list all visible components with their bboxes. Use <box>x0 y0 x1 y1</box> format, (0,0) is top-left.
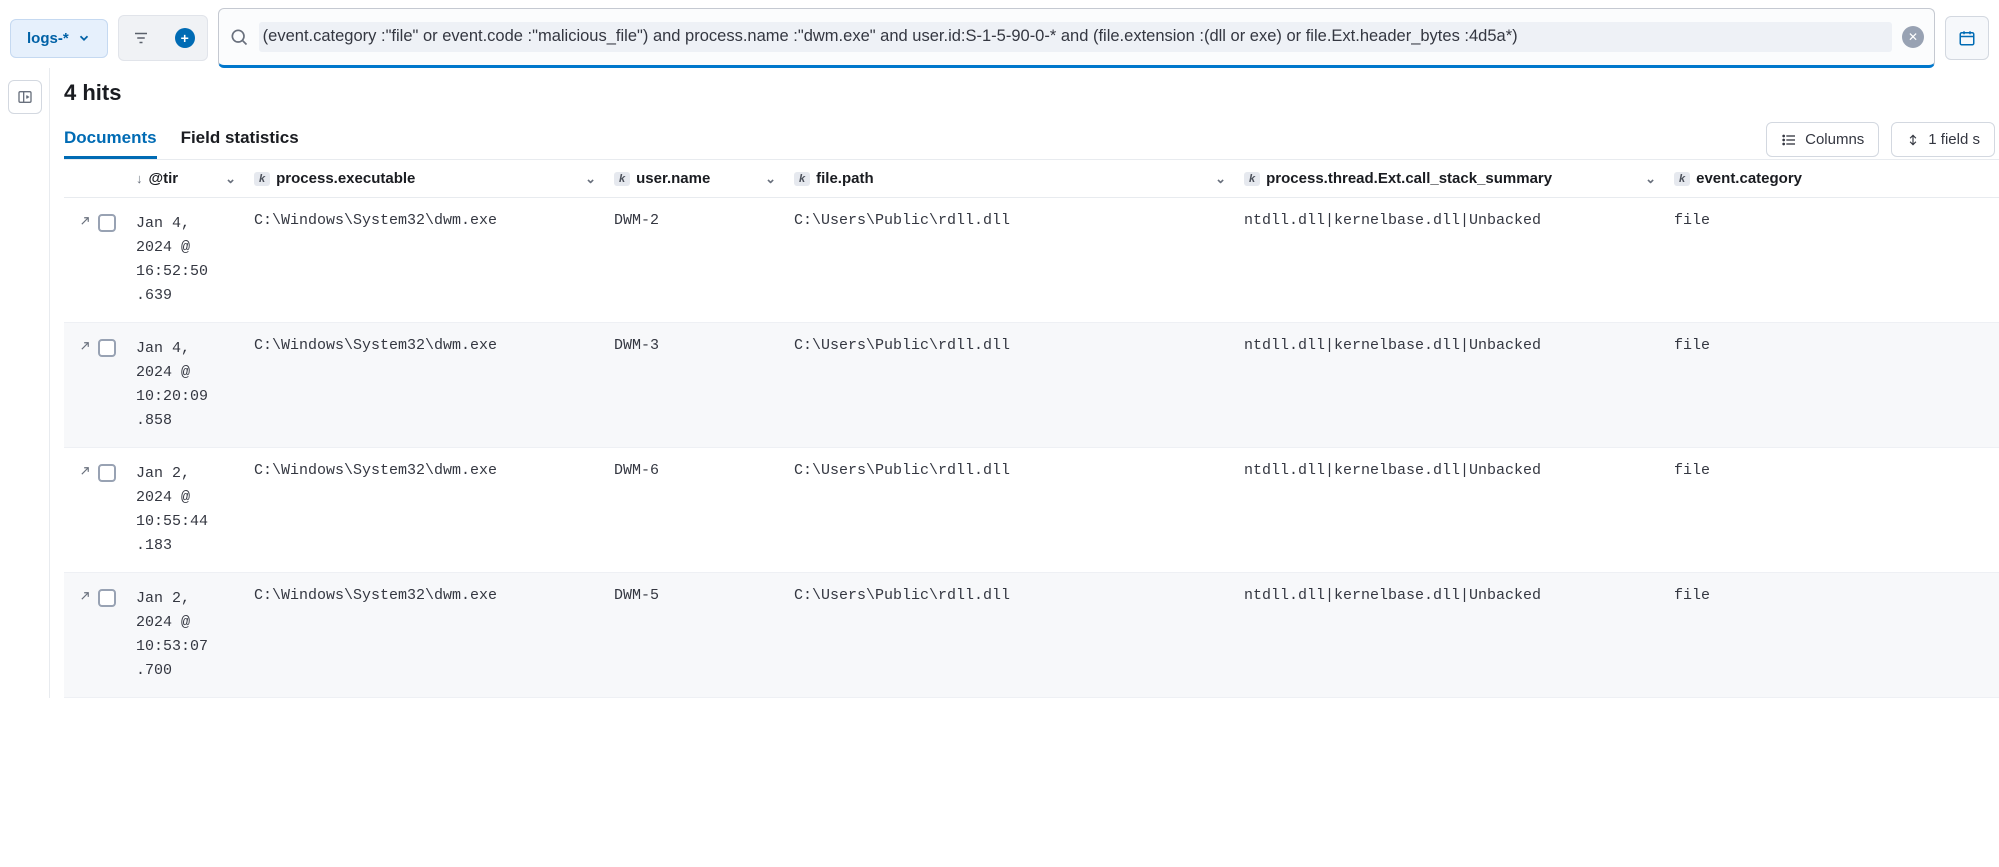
data-view-selector[interactable]: logs-* <box>10 19 108 58</box>
keyword-badge: k <box>794 172 810 186</box>
table-row: Jan 2,2024 @10:55:44.183C:\Windows\Syste… <box>64 448 1999 573</box>
table-row: Jan 4,2024 @16:52:50.639C:\Windows\Syste… <box>64 198 1999 323</box>
cell-timestamp: Jan 4,2024 @16:52:50.639 <box>136 212 254 308</box>
expand-icon[interactable] <box>76 466 90 480</box>
keyword-badge: k <box>1674 172 1690 186</box>
keyword-badge: k <box>1244 172 1260 186</box>
row-checkbox[interactable] <box>98 464 116 482</box>
column-event-category[interactable]: k event.category <box>1674 170 1999 187</box>
tab-field-statistics[interactable]: Field statistics <box>181 120 299 159</box>
list-icon <box>1781 132 1797 148</box>
plus-icon: + <box>175 28 195 48</box>
sort-label: 1 field s <box>1928 131 1980 148</box>
date-picker-button[interactable] <box>1945 16 1989 60</box>
cell-file-path: C:\Users\Public\rdll.dll <box>794 462 1244 479</box>
cell-process-executable: C:\Windows\System32\dwm.exe <box>254 462 614 479</box>
cell-event-category: file <box>1674 587 1999 604</box>
cell-file-path: C:\Users\Public\rdll.dll <box>794 587 1244 604</box>
expand-icon[interactable] <box>76 341 90 355</box>
keyword-badge: k <box>254 172 270 186</box>
search-icon <box>229 27 249 47</box>
cell-event-category: file <box>1674 462 1999 479</box>
filter-button[interactable] <box>119 16 163 60</box>
table-row: Jan 4,2024 @10:20:09.858C:\Windows\Syste… <box>64 323 1999 448</box>
chevron-down-icon <box>77 31 91 45</box>
cell-user-name: DWM-6 <box>614 462 794 479</box>
data-view-label: logs-* <box>27 30 69 47</box>
query-bar[interactable]: (event.category :"file" or event.code :"… <box>218 8 1935 68</box>
table-header: ↓ @tir ⌄ k process.executable ⌄ k user.n… <box>64 160 1999 198</box>
chevron-down-icon[interactable]: ⌄ <box>765 171 794 187</box>
chevron-down-icon[interactable]: ⌄ <box>585 171 614 187</box>
sort-button[interactable]: 1 field s <box>1891 122 1995 157</box>
keyword-badge: k <box>614 172 630 186</box>
column-call-stack[interactable]: k process.thread.Ext.call_stack_summary … <box>1244 170 1674 187</box>
cell-call-stack: ntdll.dll|kernelbase.dll|Unbacked <box>1244 587 1674 604</box>
columns-button[interactable]: Columns <box>1766 122 1879 157</box>
cell-process-executable: C:\Windows\System32\dwm.exe <box>254 587 614 604</box>
cell-user-name: DWM-5 <box>614 587 794 604</box>
cell-process-executable: C:\Windows\System32\dwm.exe <box>254 212 614 229</box>
column-process-executable[interactable]: k process.executable ⌄ <box>254 170 614 187</box>
chevron-down-icon[interactable]: ⌄ <box>1215 171 1244 187</box>
cell-user-name: DWM-2 <box>614 212 794 229</box>
cell-timestamp: Jan 4,2024 @10:20:09.858 <box>136 337 254 433</box>
table-row: Jan 2,2024 @10:53:07.700C:\Windows\Syste… <box>64 573 1999 698</box>
cell-user-name: DWM-3 <box>614 337 794 354</box>
cell-call-stack: ntdll.dll|kernelbase.dll|Unbacked <box>1244 212 1674 229</box>
columns-label: Columns <box>1805 131 1864 148</box>
clear-query-button[interactable]: ✕ <box>1902 26 1924 48</box>
hits-count: 4 hits <box>64 80 1999 106</box>
cell-event-category: file <box>1674 212 1999 229</box>
column-user-name[interactable]: k user.name ⌄ <box>614 170 794 187</box>
cell-call-stack: ntdll.dll|kernelbase.dll|Unbacked <box>1244 462 1674 479</box>
cell-call-stack: ntdll.dll|kernelbase.dll|Unbacked <box>1244 337 1674 354</box>
cell-event-category: file <box>1674 337 1999 354</box>
sort-icon <box>1906 133 1920 147</box>
add-filter-button[interactable]: + <box>163 16 207 60</box>
cell-timestamp: Jan 2,2024 @10:53:07.700 <box>136 587 254 683</box>
sort-desc-icon: ↓ <box>136 171 143 186</box>
row-checkbox[interactable] <box>98 214 116 232</box>
chevron-down-icon[interactable]: ⌄ <box>225 171 254 187</box>
cell-process-executable: C:\Windows\System32\dwm.exe <box>254 337 614 354</box>
expand-icon[interactable] <box>76 216 90 230</box>
row-checkbox[interactable] <box>98 339 116 357</box>
column-file-path[interactable]: k file.path ⌄ <box>794 170 1244 187</box>
cell-timestamp: Jan 2,2024 @10:55:44.183 <box>136 462 254 558</box>
cell-file-path: C:\Users\Public\rdll.dll <box>794 337 1244 354</box>
chevron-down-icon[interactable]: ⌄ <box>1645 171 1674 187</box>
cell-file-path: C:\Users\Public\rdll.dll <box>794 212 1244 229</box>
tab-documents[interactable]: Documents <box>64 120 157 159</box>
toggle-sidebar-button[interactable] <box>8 80 42 114</box>
expand-icon[interactable] <box>76 591 90 605</box>
column-timestamp[interactable]: ↓ @tir ⌄ <box>136 170 254 187</box>
query-text[interactable]: (event.category :"file" or event.code :"… <box>259 22 1892 52</box>
row-checkbox[interactable] <box>98 589 116 607</box>
